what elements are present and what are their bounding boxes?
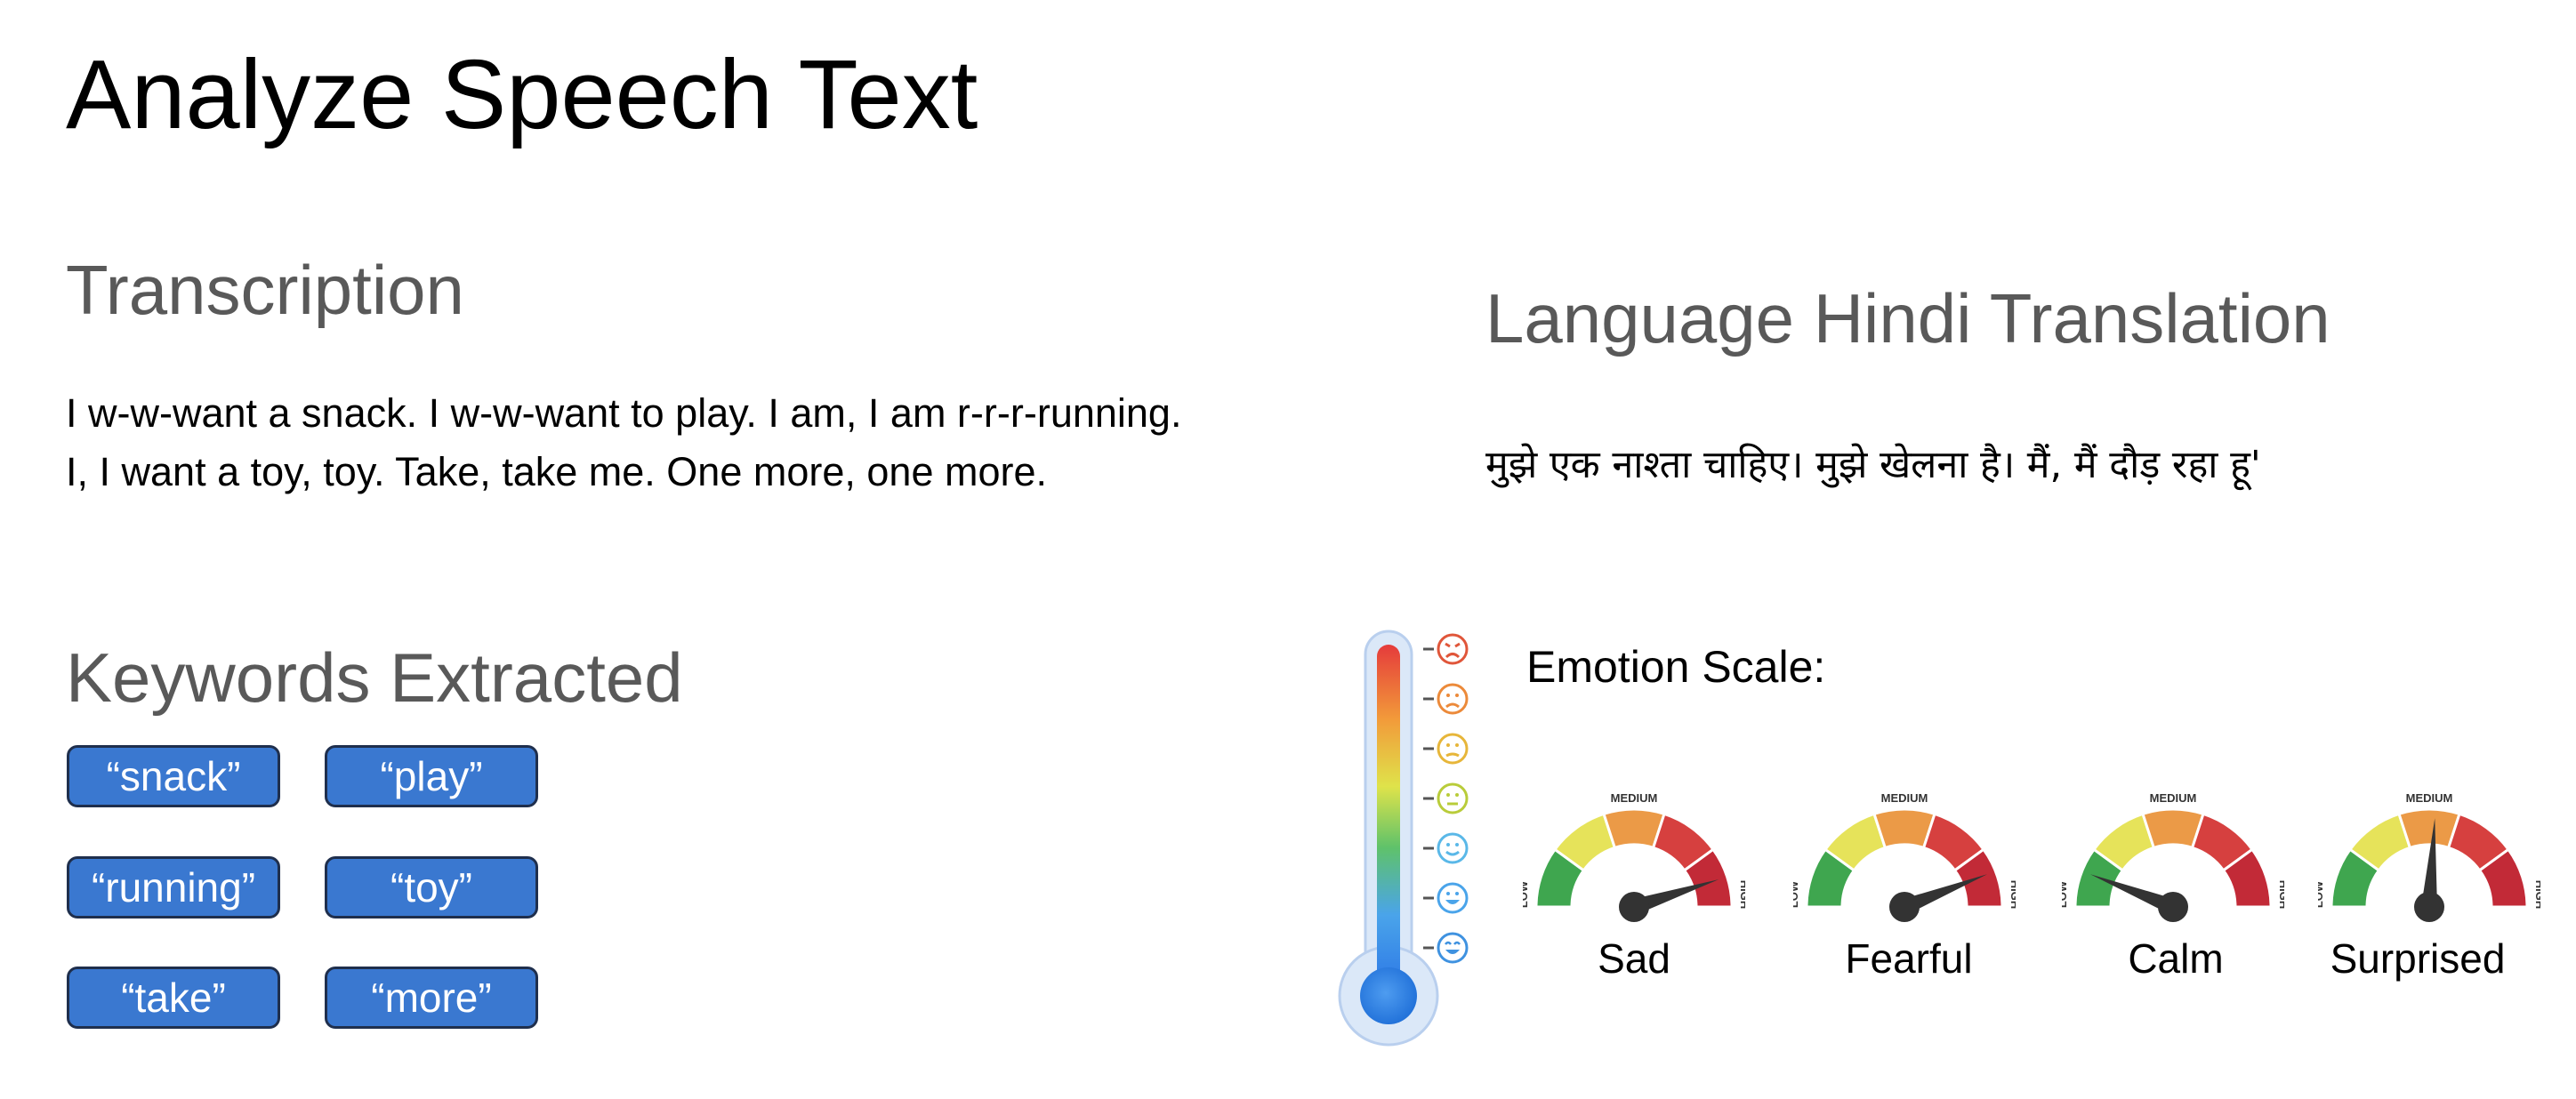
thermometer-icon [1338, 630, 1469, 1047]
smile-face-icon [1437, 832, 1469, 864]
page-title: Analyze Speech Text [66, 40, 978, 149]
gauge-label-calm: Calm [2128, 935, 2224, 982]
translation-text: मुझे एक नाश्ता चाहिए। मुझे खेलना है। मैं… [1485, 443, 2261, 487]
gauge-calm: MEDIUM LOW HIGH [2062, 791, 2284, 922]
keyword-chip-more[interactable]: “more” [325, 967, 538, 1029]
gauge-label-sad: Sad [1598, 935, 1670, 982]
happy-face-icon [1437, 882, 1469, 914]
gauge-surprised: MEDIUM LOW HIGH [2318, 791, 2540, 922]
keyword-chip-play[interactable]: “play” [325, 745, 538, 807]
translation-heading: Language Hindi Translation [1485, 279, 2330, 357]
keywords-heading: Keywords Extracted [66, 638, 683, 717]
gauge-low-label: LOW [1523, 880, 1530, 908]
transcription-heading: Transcription [66, 251, 464, 329]
keyword-chip-snack[interactable]: “snack” [67, 745, 280, 807]
keyword-chip-running[interactable]: “running” [67, 856, 280, 919]
gauge-high-label: HIGH [1738, 880, 1745, 910]
gauge-label-surprised: Surprised [2330, 935, 2506, 982]
emotion-scale-label: Emotion Scale: [1526, 642, 1826, 692]
gauge-label-fearful: Fearful [1845, 935, 1973, 982]
gauge-medium-label: MEDIUM [2150, 791, 2197, 805]
gauge-medium-label: MEDIUM [1611, 791, 1658, 805]
gauge-low-label: LOW [1793, 880, 1800, 908]
angry-face-icon [1437, 633, 1469, 665]
transcription-line-1: I w-w-want a snack. I w-w-want to play. … [66, 390, 1182, 436]
gauge-high-label: HIGH [2533, 880, 2540, 910]
gauge-low-label: LOW [2318, 880, 2325, 908]
gauge-hub [1889, 892, 1920, 922]
transcription-text: I w-w-want a snack. I w-w-want to play. … [66, 384, 1181, 501]
gauge-hub [1619, 892, 1649, 922]
grin-face-icon [1437, 932, 1469, 964]
gauge-low-label: LOW [2062, 880, 2069, 908]
gauge-high-label: HIGH [2277, 880, 2284, 910]
gauge-sad: MEDIUM LOW HIGH [1523, 791, 1745, 922]
gauge-hub [2414, 892, 2444, 922]
gauge-medium-label: MEDIUM [2406, 791, 2453, 805]
gauge-fearful: MEDIUM LOW HIGH [1793, 791, 2016, 922]
neutral-face-icon [1437, 782, 1469, 814]
sad-face-icon [1437, 733, 1469, 765]
gauge-medium-label: MEDIUM [1881, 791, 1928, 805]
gauge-high-label: HIGH [2008, 880, 2016, 910]
transcription-line-2: I, I want a toy, toy. Take, take me. One… [66, 449, 1048, 494]
keyword-chip-toy[interactable]: “toy” [325, 856, 538, 919]
keyword-chip-take[interactable]: “take” [67, 967, 280, 1029]
gauge-hub [2158, 892, 2188, 922]
frown-face-icon [1437, 683, 1469, 715]
